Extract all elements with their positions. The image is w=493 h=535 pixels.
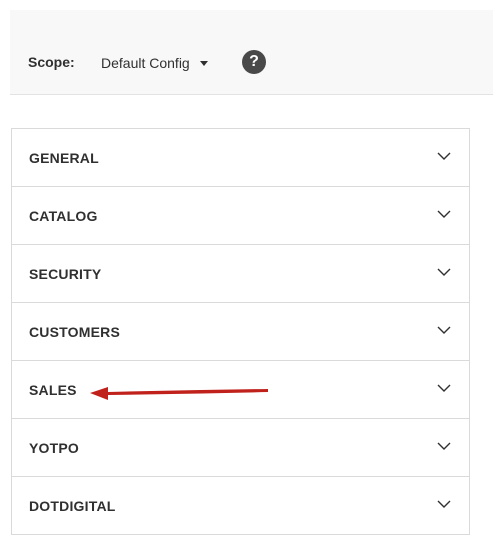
section-general[interactable]: GENERAL <box>12 129 469 187</box>
caret-down-icon[interactable] <box>199 60 208 66</box>
section-dotdigital[interactable]: DOTDIGITAL <box>12 477 469 535</box>
section-label: DOTDIGITAL <box>29 498 116 514</box>
chevron-down-icon[interactable] <box>437 383 451 393</box>
scope-bar: Scope: Default Config ? <box>10 10 493 95</box>
chevron-down-icon[interactable] <box>437 209 451 219</box>
chevron-down-icon[interactable] <box>437 499 451 509</box>
section-label: SECURITY <box>29 266 102 282</box>
chevron-down-icon[interactable] <box>437 441 451 451</box>
help-icon[interactable]: ? <box>242 50 266 74</box>
chevron-down-icon[interactable] <box>437 151 451 161</box>
chevron-down-icon[interactable] <box>437 267 451 277</box>
section-customers[interactable]: CUSTOMERS <box>12 303 469 361</box>
section-label: SALES <box>29 382 77 398</box>
section-label: YOTPO <box>29 440 80 456</box>
red-arrow-annotation-icon <box>90 387 268 400</box>
config-sections-list: GENERAL CATALOG SECURITY CUSTOMERS SALES… <box>11 128 470 535</box>
section-security[interactable]: SECURITY <box>12 245 469 303</box>
section-label: GENERAL <box>29 150 99 166</box>
scope-switcher-dropdown[interactable]: Default Config <box>101 49 208 77</box>
section-catalog[interactable]: CATALOG <box>12 187 469 245</box>
chevron-down-icon[interactable] <box>437 325 451 335</box>
section-label: CATALOG <box>29 208 98 224</box>
section-yotpo[interactable]: YOTPO <box>12 419 469 477</box>
scope-label: Scope: <box>28 54 75 70</box>
scope-selected-value[interactable]: Default Config <box>101 55 190 71</box>
section-label: CUSTOMERS <box>29 324 120 340</box>
